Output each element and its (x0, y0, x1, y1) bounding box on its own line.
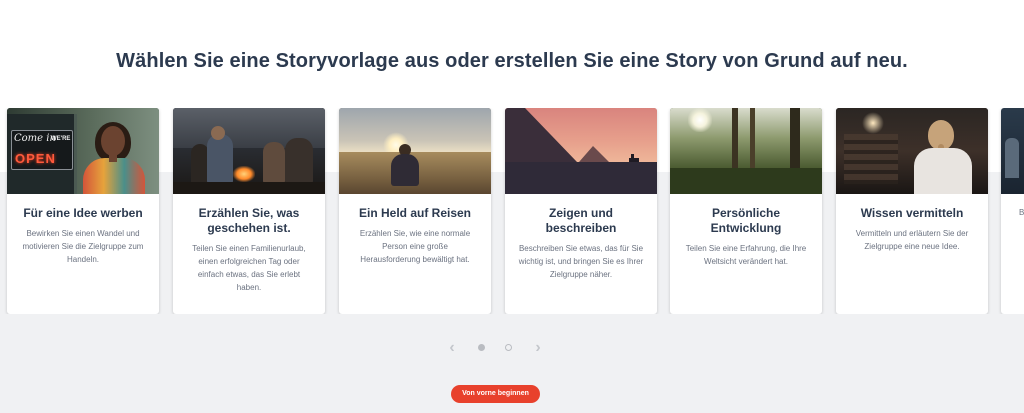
card-thumbnail-shop-owner: Come in WE'RE OPEN (7, 108, 159, 194)
card-thumbnail-campfire (173, 108, 325, 194)
card-thumbnail-wheat-field (339, 108, 491, 194)
card-thumbnail-forest (670, 108, 822, 194)
pyramid-shapes (505, 108, 657, 194)
card-title: Wissen vermitteln (860, 206, 964, 220)
card-title: Erzählen Sie, was geschehen ist. (198, 206, 300, 235)
template-carousel: Come in WE'RE OPEN Für eine Idee werben … (0, 108, 1024, 314)
card-description: Beschreiben Sie etwas, das für Sie wicht… (518, 244, 644, 279)
template-card-hero-journey[interactable]: Ein Held auf Reisen Erzählen Sie, wie ei… (339, 108, 491, 314)
template-card-partial[interactable]: B (1001, 108, 1024, 314)
template-card-advocate[interactable]: Come in WE'RE OPEN Für eine Idee werben … (7, 108, 159, 314)
page-title: Wählen Sie eine Storyvorlage aus oder er… (116, 50, 908, 72)
pager-dot-2[interactable] (505, 344, 512, 351)
sign-open: OPEN (15, 151, 56, 166)
card-description: B (1019, 208, 1024, 217)
card-description: Teilen Sie einen Familienurlaub, einen e… (192, 244, 306, 292)
pager-dot-1[interactable] (478, 344, 485, 351)
template-card-teach[interactable]: Wissen vermitteln Vermitteln und erläute… (836, 108, 988, 314)
card-title: Für eine Idee werben (23, 206, 143, 220)
card-thumbnail-pyramids (505, 108, 657, 194)
template-card-personal-growth[interactable]: Persönliche Entwicklung Teilen Sie eine … (670, 108, 822, 314)
card-title: Ein Held auf Reisen (358, 206, 472, 220)
sign-were: WE'RE (51, 136, 71, 142)
card-title: Persönliche Entwicklung (710, 206, 782, 235)
sign-come-in: Come in (14, 133, 56, 144)
card-description: Erzählen Sie, wie eine normale Person ei… (359, 229, 471, 264)
card-title: Zeigen und beschreiben (545, 206, 617, 235)
template-card-what-happened[interactable]: Erzählen Sie, was geschehen ist. Teilen … (173, 108, 325, 314)
carousel-pager: ‹ › (0, 340, 1024, 356)
chevron-left-icon[interactable]: ‹ (444, 340, 460, 356)
card-description: Vermitteln und erläutern Sie der Zielgru… (855, 229, 969, 251)
card-thumbnail-partial (1001, 108, 1024, 194)
template-card-show-and-tell[interactable]: Zeigen und beschreiben Beschreiben Sie e… (505, 108, 657, 314)
card-thumbnail-lecture (836, 108, 988, 194)
start-over-button[interactable]: Von vorne beginnen (451, 385, 540, 403)
card-description: Bewirken Sie einen Wandel und motivieren… (22, 229, 144, 264)
card-description: Teilen Sie eine Erfahrung, die Ihre Welt… (685, 244, 807, 266)
chevron-right-icon[interactable]: › (530, 340, 546, 356)
